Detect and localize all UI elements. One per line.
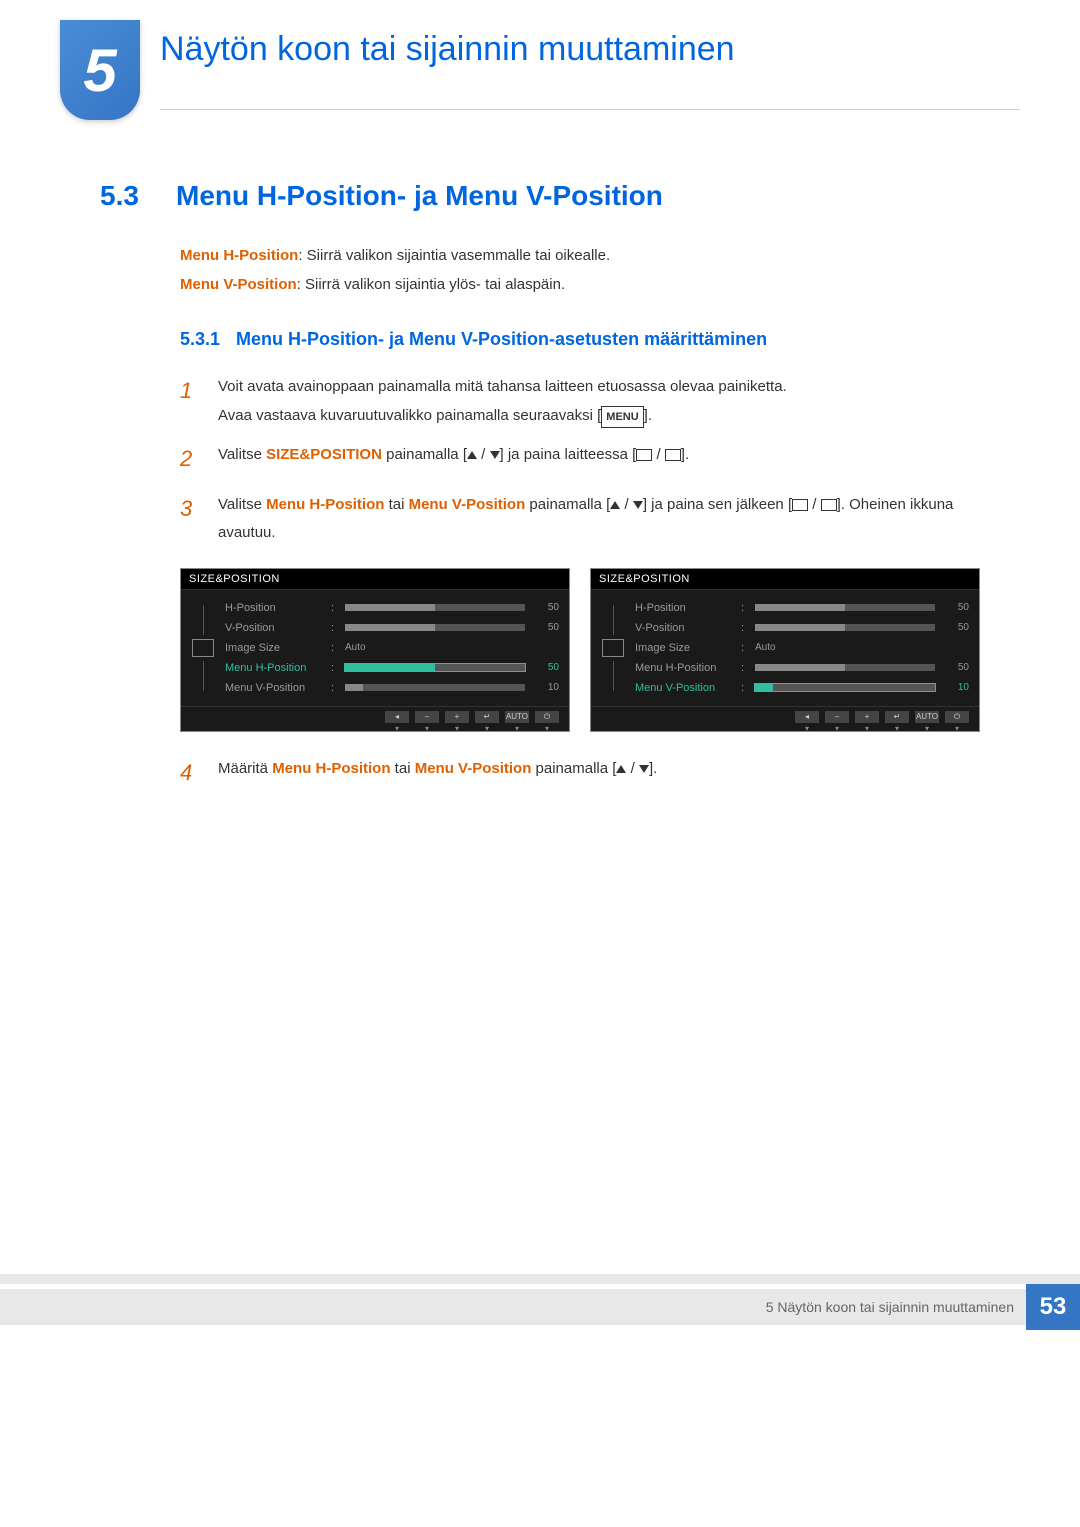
osd-item-menuh-selected: Menu H-Position: 50 [225,658,559,678]
step-list-2: 4 Määritä Menu H-Position tai Menu V-Pos… [180,752,980,794]
page-footer: 5 Näytön koon tai sijainnin muuttaminen … [0,1274,1080,1330]
osd-item-menuh: Menu H-Position: 50 [635,658,969,678]
arrow-up-icon [616,765,626,773]
arrow-up-icon [610,501,620,509]
step-1-line2: Avaa vastaava kuvaruutuvalikko painamall… [218,402,980,431]
def-vpos-label: Menu V-Position [180,276,297,293]
osd-nav-plus-icon: + [445,711,469,723]
step-1-line1: Voit avata avainoppaan painamalla mitä t… [218,373,980,402]
osd-item-vpos: V-Position: 50 [225,618,559,638]
osd-item-imgsize: Image Size: Auto [225,638,559,658]
osd-item-imgsize: Image Size: Auto [635,638,969,658]
step-list: 1 Voit avata avainoppaan painamalla mitä… [180,370,980,548]
subsection-heading: 5.3.1 Menu H-Position- ja Menu V-Positio… [180,329,980,350]
chapter-number-badge: 5 [60,20,140,120]
osd-panel-vpos: SIZE&POSITION H-Position: 50 V-Position: [590,568,980,732]
osd-nav-plus-icon: + [855,711,879,723]
osd-panel-hpos: SIZE&POSITION H-Position: 50 V-Position: [180,568,570,732]
step-4: 4 Määritä Menu H-Position tai Menu V-Pos… [180,752,980,794]
subsection-number: 5.3.1 [180,329,220,350]
arrow-down-icon [633,501,643,509]
definitions: Menu H-Position: Siirrä valikon sijainti… [180,242,980,299]
section-heading: 5.3 Menu H-Position- ja Menu V-Position [100,180,980,212]
osd-nav-bar: ◂ – + ↵ AUTO ⏻ [181,706,569,723]
osd-category-icon [602,639,624,657]
osd-item-menuv-selected: Menu V-Position: 10 [635,678,969,698]
osd-title: SIZE&POSITION [181,569,569,590]
menu-badge: MENU [601,406,643,429]
osd-icon-column [191,598,215,698]
step-1: 1 Voit avata avainoppaan painamalla mitä… [180,370,980,430]
step-number: 4 [180,752,200,794]
osd-nav-enter-icon: ↵ [475,711,499,723]
osd-nav-auto: AUTO [915,711,939,723]
step-number: 3 [180,488,200,548]
def-hpos-text: : Siirrä valikon sijaintia vasemmalle ta… [298,247,610,264]
osd-item-hpos: H-Position: 50 [635,598,969,618]
osd-item-hpos: H-Position: 50 [225,598,559,618]
step-2: 2 Valitse SIZE&POSITION painamalla [ / ]… [180,438,980,480]
section-number: 5.3 [100,180,160,212]
footer-page-number: 53 [1026,1284,1080,1330]
chapter-title: Näytön koon tai sijainnin muuttaminen [160,30,1020,110]
arrow-down-icon [639,765,649,773]
osd-nav-minus-icon: – [415,711,439,723]
rect-icon [792,499,808,511]
osd-nav-back-icon: ◂ [795,711,819,723]
arrow-down-icon [490,451,500,459]
footer-text: 5 Näytön koon tai sijainnin muuttaminen [0,1289,1026,1325]
enter-icon [821,499,837,511]
rect-icon [636,449,652,461]
osd-nav-bar: ◂ – + ↵ AUTO ⏻ [591,706,979,723]
step-number: 2 [180,438,200,480]
subsection-title: Menu H-Position- ja Menu V-Position-aset… [236,329,767,350]
arrow-up-icon [467,451,477,459]
osd-nav-power-icon: ⏻ [535,711,559,723]
def-vpos-text: : Siirrä valikon sijaintia ylös- tai ala… [297,276,565,293]
step-number: 1 [180,370,200,430]
osd-category-icon [192,639,214,657]
osd-nav-enter-icon: ↵ [885,711,909,723]
step-3: 3 Valitse Menu H-Position tai Menu V-Pos… [180,488,980,548]
section-title: Menu H-Position- ja Menu V-Position [176,180,663,212]
chapter-header: 5 Näytön koon tai sijainnin muuttaminen [60,20,1020,120]
osd-item-menuv: Menu V-Position: 10 [225,678,559,698]
osd-nav-power-icon: ⏻ [945,711,969,723]
osd-item-vpos: V-Position: 50 [635,618,969,638]
enter-icon [665,449,681,461]
osd-nav-back-icon: ◂ [385,711,409,723]
def-hpos-label: Menu H-Position [180,247,298,264]
osd-screenshots: SIZE&POSITION H-Position: 50 V-Position: [180,568,980,732]
osd-title: SIZE&POSITION [591,569,979,590]
osd-nav-auto: AUTO [505,711,529,723]
osd-nav-minus-icon: – [825,711,849,723]
osd-icon-column [601,598,625,698]
